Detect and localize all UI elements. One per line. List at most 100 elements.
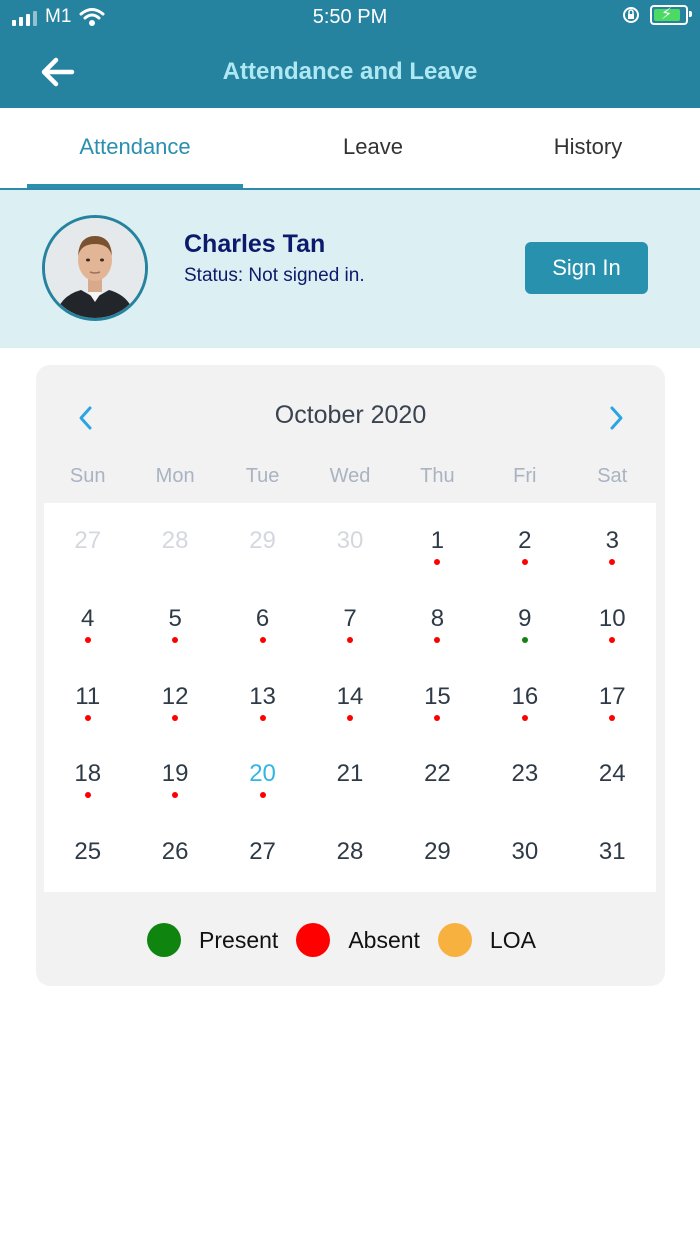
calendar-day[interactable]: 22	[394, 736, 481, 814]
calendar-day[interactable]: 30	[306, 503, 393, 581]
calendar-day[interactable]: 11	[44, 659, 131, 737]
calendar-day[interactable]: 6	[219, 581, 306, 659]
weekday-thu: Thu	[420, 465, 455, 487]
day-number: 27	[249, 838, 276, 866]
day-number: 2	[518, 527, 532, 554]
calendar-day[interactable]: 8	[394, 581, 481, 659]
absent-marker	[259, 792, 266, 799]
calendar-grid: 27 28 29 30 1 2 3 4 5 6 7 8 9 10 11 12 13 14 15 16 17 18 19 20 2…	[44, 503, 656, 892]
absent-marker	[609, 559, 616, 565]
calendar-day[interactable]: 29	[394, 814, 481, 892]
day-number: 17	[598, 682, 626, 710]
day-number: 11	[75, 682, 101, 710]
day-number: 14	[336, 682, 364, 710]
absent-marker	[346, 714, 353, 721]
calendar-day[interactable]: 24	[569, 736, 656, 814]
weekday-header: Sun Mon Tue Wed Thu Fri Sat	[44, 465, 656, 488]
app-header: M1 5:50 PM ⚡ Attendance and Leave	[0, 0, 700, 108]
day-number: 27	[74, 527, 102, 554]
calendar-day[interactable]: 30	[481, 814, 568, 892]
user-name: Charles Tan	[184, 230, 326, 258]
day-number: 3	[605, 527, 619, 554]
calendar-day[interactable]: 16	[481, 659, 568, 737]
absent-marker	[84, 636, 91, 643]
day-number: 31	[598, 838, 626, 866]
calendar-day[interactable]: 14	[306, 659, 393, 737]
calendar-day[interactable]: 27	[44, 503, 131, 581]
day-number: 19	[161, 760, 189, 788]
legend-loa-swatch	[437, 923, 472, 957]
next-month-button[interactable]	[601, 403, 631, 433]
status-bar: M1 5:50 PM ⚡	[0, 0, 700, 36]
day-number: 7	[343, 604, 357, 632]
present-marker	[521, 636, 528, 643]
calendar-day[interactable]: 25	[44, 814, 131, 892]
weekday-wed: Wed	[329, 465, 371, 487]
legend-absent-swatch	[296, 923, 331, 957]
calendar-day[interactable]: 18	[44, 736, 131, 814]
absent-marker	[521, 559, 528, 565]
weekday-fri: Fri	[513, 465, 537, 487]
calendar-day[interactable]: 23	[481, 736, 568, 814]
day-number: 30	[511, 838, 539, 866]
absent-marker	[172, 792, 179, 799]
day-number: 1	[430, 527, 445, 554]
weekday-sat: Sat	[597, 465, 628, 487]
calendar-day[interactable]: 13	[219, 659, 306, 737]
day-number: 25	[74, 838, 102, 866]
absent-marker	[434, 714, 441, 721]
calendar-day[interactable]: 15	[394, 659, 481, 737]
absent-marker	[84, 792, 91, 799]
tab-history[interactable]: History	[480, 108, 696, 188]
calendar-day[interactable]: 10	[569, 581, 656, 659]
day-number: 20	[249, 760, 276, 788]
day-number: 5	[168, 604, 182, 632]
calendar-day[interactable]: 19	[131, 736, 218, 814]
calendar-day[interactable]: 9	[481, 581, 568, 659]
calendar-day[interactable]: 5	[131, 581, 218, 659]
calendar-day[interactable]: 28	[306, 814, 393, 892]
day-number: 4	[81, 604, 95, 632]
day-number: 28	[161, 527, 189, 554]
absent-marker	[521, 714, 528, 721]
calendar-day[interactable]: 28	[131, 503, 218, 581]
calendar-day[interactable]: 1	[394, 503, 481, 581]
clock: 5:50 PM	[312, 6, 388, 28]
day-number: 23	[511, 760, 539, 788]
tab-bar: Attendance Leave History	[0, 108, 700, 190]
calendar-day[interactable]: 29	[219, 503, 306, 581]
day-number: 29	[424, 838, 451, 866]
tab-attendance[interactable]: Attendance	[27, 108, 243, 188]
day-number: 30	[336, 527, 364, 554]
profile-card: Charles Tan Status: Not signed in. Sign …	[0, 190, 700, 348]
calendar-day[interactable]: 7	[306, 581, 393, 659]
calendar-day[interactable]: 4	[44, 581, 131, 659]
absent-marker	[434, 559, 441, 565]
chevron-right-icon	[610, 406, 623, 430]
tab-leave[interactable]: Leave	[265, 108, 481, 188]
day-number: 13	[249, 682, 276, 710]
day-number: 24	[598, 760, 626, 788]
calendar-day[interactable]: 27	[219, 814, 306, 892]
month-label: October 2020	[274, 401, 427, 429]
weekday-mon: Mon	[155, 465, 195, 487]
sign-in-button[interactable]: Sign In	[525, 242, 648, 294]
day-number: 26	[161, 838, 189, 866]
calendar-day[interactable]: 31	[569, 814, 656, 892]
calendar-day[interactable]: 21	[306, 736, 393, 814]
page-title: Attendance and Leave	[222, 58, 478, 85]
absent-marker	[609, 714, 616, 721]
day-number: 16	[511, 682, 539, 710]
absent-marker	[346, 636, 353, 643]
calendar-card: October 2020 Sun Mon Tue Wed Thu Fri Sat 27 28 2…	[36, 365, 665, 986]
day-number: 21	[336, 760, 364, 788]
calendar-day[interactable]: 20	[219, 736, 306, 814]
day-number: 29	[249, 527, 276, 554]
calendar-day[interactable]: 26	[131, 814, 218, 892]
avatar-image	[45, 218, 145, 318]
calendar-day[interactable]: 17	[569, 659, 656, 737]
calendar-day[interactable]: 12	[131, 659, 218, 737]
weekday-tue: Tue	[245, 465, 280, 487]
calendar-day[interactable]: 2	[481, 503, 568, 581]
calendar-day[interactable]: 3	[569, 503, 656, 581]
